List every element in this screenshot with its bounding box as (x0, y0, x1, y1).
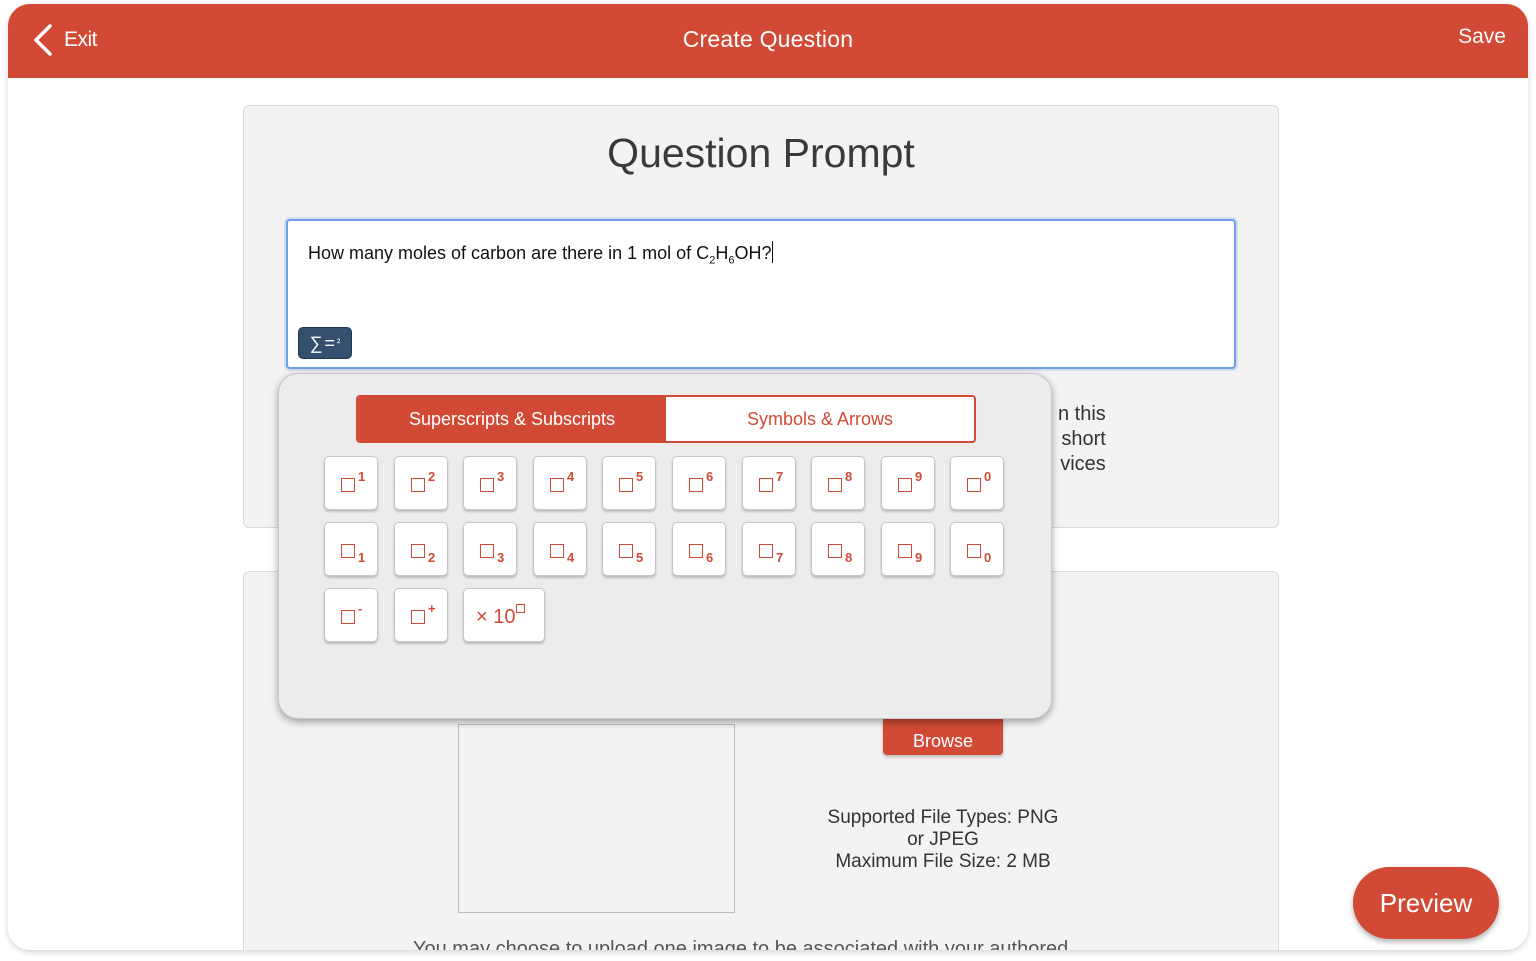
subscript-digit: 9 (915, 550, 923, 565)
placeholder-box-icon (480, 478, 494, 492)
subscript-digit: 6 (706, 550, 714, 565)
superscript-key[interactable]: 7 (742, 456, 796, 510)
keyboard-tabs: Superscripts & Subscripts Symbols & Arro… (356, 395, 976, 443)
placeholder-box-icon (480, 544, 494, 558)
subscript-digit: 7 (776, 550, 784, 565)
subscript-key[interactable]: 0 (950, 522, 1004, 576)
placeholder-box-icon (411, 610, 425, 624)
subscript-digit: 3 (497, 550, 505, 565)
placeholder-box-icon (828, 544, 842, 558)
upload-note: You may choose to upload one image to be… (413, 938, 1069, 950)
scientific-notation-label: × 10 (476, 604, 526, 629)
superscript-digit: 9 (915, 469, 923, 484)
placeholder-box-icon (619, 478, 633, 492)
page-title: Create Question (682, 26, 854, 52)
superscript-key[interactable]: 6 (672, 456, 726, 510)
subscript-key[interactable]: 6 (672, 522, 726, 576)
text-caret (772, 241, 774, 263)
question-prompt-editor[interactable]: How many moles of carbon are there in 1 … (286, 219, 1236, 369)
subscript-digit: 4 (567, 550, 575, 565)
subscript-digit: 2 (428, 550, 436, 565)
superscript-key[interactable]: 5 (602, 456, 656, 510)
placeholder-box-icon (967, 544, 981, 558)
superscript-key[interactable]: 3 (463, 456, 517, 510)
superscript-minus-digit: - (358, 601, 363, 616)
superscript-digit: 8 (845, 469, 853, 484)
preview-button[interactable]: Preview (1353, 867, 1499, 939)
placeholder-box-icon (898, 478, 912, 492)
placeholder-box-icon (341, 478, 355, 492)
superscript-digit: 3 (497, 469, 505, 484)
superscript-plus-digit: + (428, 601, 436, 616)
prompt-text: How many moles of carbon are there in 1 … (308, 241, 774, 267)
placeholder-box-icon (550, 544, 564, 558)
superscript-key[interactable]: 1 (324, 456, 378, 510)
placeholder-box-icon (411, 544, 425, 558)
placeholder-box-icon (967, 478, 981, 492)
placeholder-box-icon (341, 610, 355, 624)
superscript-key[interactable]: 0 (950, 456, 1004, 510)
placeholder-box-icon (828, 478, 842, 492)
subscript-key[interactable]: 8 (811, 522, 865, 576)
placeholder-box-icon (516, 604, 526, 613)
card-heading: Question Prompt (607, 130, 915, 176)
math-keyboard-popup: Superscripts & Subscripts Symbols & Arro… (278, 373, 1052, 719)
partially-hidden-help-text: n this short vices (1058, 403, 1106, 475)
placeholder-box-icon (689, 478, 703, 492)
superscript-digit: 7 (776, 469, 784, 484)
browse-button[interactable]: Browse (883, 717, 1003, 755)
math-keyboard-toggle-button[interactable]: ∑ = ² (298, 327, 352, 359)
tab-superscripts-subscripts[interactable]: Superscripts & Subscripts (358, 397, 666, 441)
tab-symbols-arrows[interactable]: Symbols & Arrows (666, 397, 974, 441)
superscript-digit: 2 (428, 469, 436, 484)
save-button[interactable]: Save (1458, 25, 1506, 49)
superscript-key[interactable]: 4 (533, 456, 587, 510)
subscript-key[interactable]: 5 (602, 522, 656, 576)
subscript-key[interactable]: 3 (463, 522, 517, 576)
subscript-digit: 0 (984, 550, 992, 565)
placeholder-box-icon (550, 478, 564, 492)
subscript-key[interactable]: 9 (881, 522, 935, 576)
placeholder-box-icon (689, 544, 703, 558)
placeholder-box-icon (759, 478, 773, 492)
top-bar: Exit Create Question Save (8, 4, 1528, 78)
subscript-key[interactable]: 7 (742, 522, 796, 576)
superscript-key[interactable]: 8 (811, 456, 865, 510)
placeholder-box-icon (759, 544, 773, 558)
subscript-key[interactable]: 1 (324, 522, 378, 576)
file-requirements: Supported File Types: PNG or JPEG Maximu… (827, 807, 1059, 872)
superscript-digit: 6 (706, 469, 714, 484)
placeholder-box-icon (341, 544, 355, 558)
superscript-digit: 1 (358, 469, 366, 484)
image-drop-area[interactable] (458, 724, 735, 913)
superscript-key[interactable]: 9 (881, 456, 935, 510)
placeholder-box-icon (898, 544, 912, 558)
superscript-key[interactable]: 2 (394, 456, 448, 510)
subscript-key[interactable]: 2 (394, 522, 448, 576)
subscript-digit: 8 (845, 550, 853, 565)
superscript-plus-key[interactable]: + (394, 588, 448, 642)
superscript-digit: 5 (636, 469, 644, 484)
superscript-digit: 4 (567, 469, 575, 484)
subscript-digit: 1 (358, 550, 366, 565)
superscript-digit: 0 (984, 469, 992, 484)
subscript-key[interactable]: 4 (533, 522, 587, 576)
superscript-minus-key[interactable]: - (324, 588, 378, 642)
subscript-digit: 5 (636, 550, 644, 565)
placeholder-box-icon (411, 478, 425, 492)
placeholder-box-icon (619, 544, 633, 558)
scientific-notation-key[interactable]: × 10 (463, 588, 545, 642)
